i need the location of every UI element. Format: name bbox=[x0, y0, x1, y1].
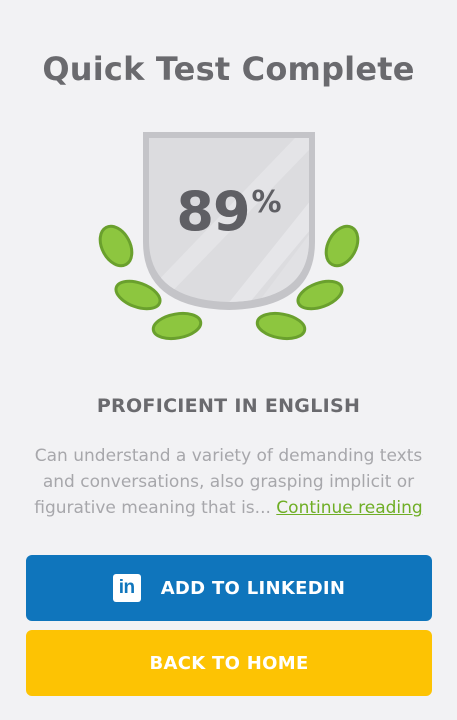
proficiency-level: PROFICIENT IN ENGLISH bbox=[96, 395, 361, 417]
score-unit: % bbox=[251, 185, 282, 220]
page-title: Quick Test Complete bbox=[42, 50, 415, 88]
score-percentage: 89% bbox=[95, 180, 363, 243]
proficiency-description: Can understand a variety of demanding te… bbox=[22, 443, 435, 521]
add-to-linkedin-label: ADD TO LINKEDIN bbox=[160, 577, 346, 599]
score-badge: 89% bbox=[95, 130, 363, 345]
continue-reading-link[interactable]: Continue reading bbox=[276, 498, 422, 518]
score-value: 89 bbox=[176, 180, 250, 243]
linkedin-icon: in bbox=[112, 574, 141, 602]
back-to-home-label: BACK TO HOME bbox=[149, 652, 309, 674]
back-to-home-button[interactable]: BACK TO HOME bbox=[26, 630, 432, 696]
add-to-linkedin-button[interactable]: in ADD TO LINKEDIN bbox=[26, 555, 432, 621]
